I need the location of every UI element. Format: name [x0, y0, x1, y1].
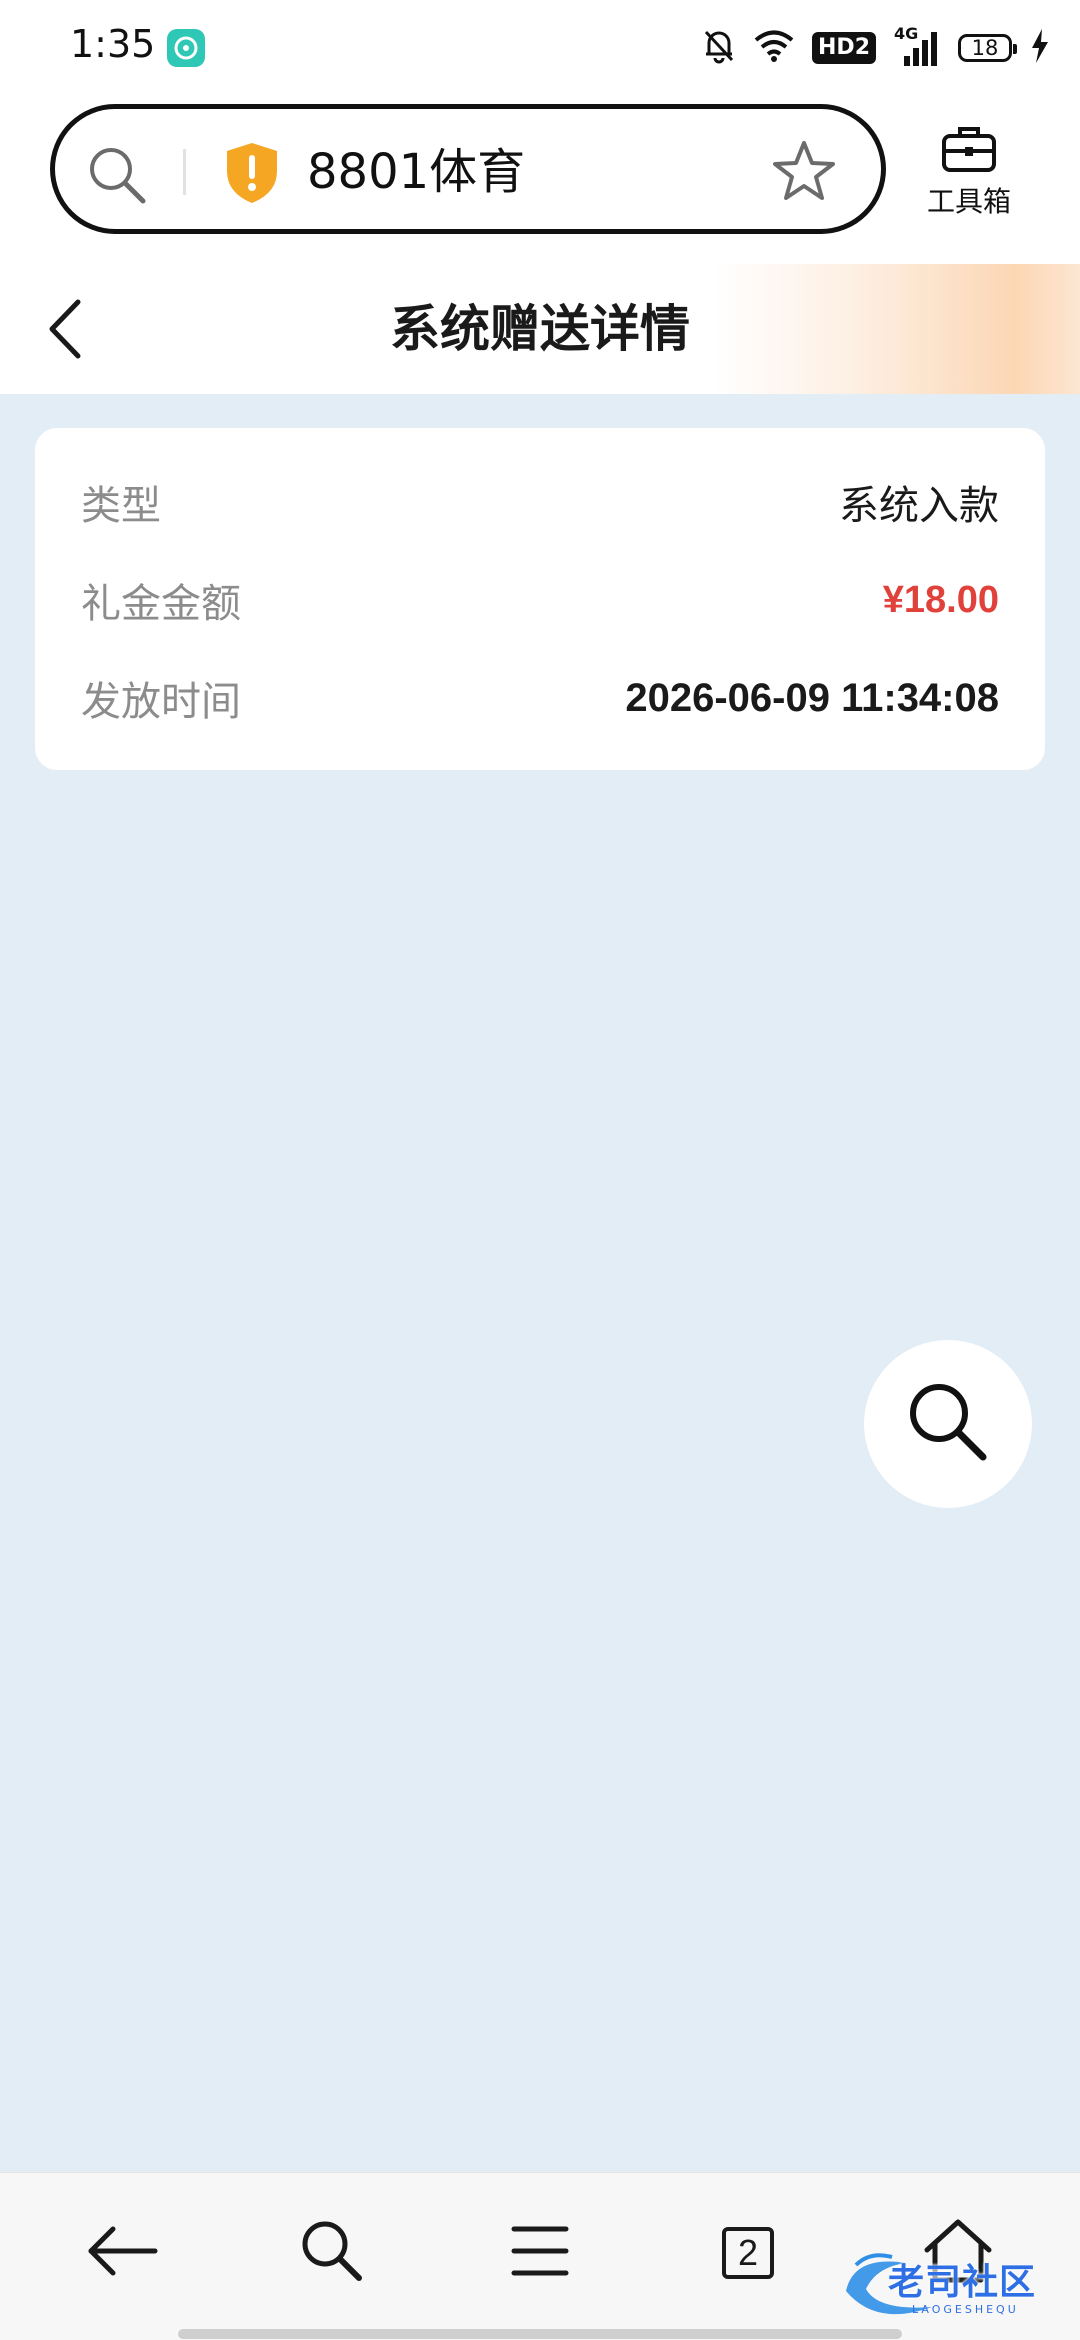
detail-label: 类型 — [81, 483, 161, 529]
wifi-icon — [754, 30, 794, 66]
search-icon — [903, 1377, 993, 1471]
mute-bell-icon — [702, 28, 736, 68]
toolbox-label: 工具箱 — [926, 185, 1011, 218]
nav-search-button[interactable] — [292, 2213, 372, 2293]
page-title: 系统赠送详情 — [390, 300, 690, 358]
nav-tabs-button[interactable]: 2 — [708, 2213, 788, 2293]
gift-amount-value: ¥18.00 — [882, 578, 999, 621]
security-warning-shield-icon[interactable] — [223, 141, 281, 209]
browser-address-area: 8801体育 工具箱 — [0, 96, 1080, 264]
search-icon — [299, 2218, 365, 2288]
toolbox-button[interactable]: 工具箱 — [914, 124, 1024, 224]
battery-indicator: 18 — [958, 34, 1017, 62]
gesture-navigation-bar[interactable] — [178, 2329, 902, 2339]
status-bar: 1:35 HD2 4G 18 — [0, 0, 1080, 96]
watermark-subtext: LAOGESHEQU — [912, 2303, 1019, 2316]
back-arrow-icon — [85, 2223, 159, 2283]
address-bar[interactable]: 8801体育 — [50, 104, 886, 234]
address-url-text[interactable]: 8801体育 — [307, 143, 525, 201]
notification-app-icon — [167, 29, 205, 67]
status-time: 1:35 — [70, 22, 156, 66]
site-watermark-logo: 老司社区 LAOGESHEQU — [836, 2245, 1072, 2329]
detail-row-type: 类型 系统入款 — [81, 472, 999, 532]
toolbox-icon — [940, 127, 998, 178]
detail-label: 发放时间 — [81, 679, 241, 725]
nav-menu-button[interactable] — [500, 2213, 580, 2293]
detail-row-amount: 礼金金额 ¥18.00 — [81, 570, 999, 630]
issue-time-value: 2026-06-09 11:34:08 — [625, 675, 999, 720]
signal-icon: 4G — [894, 24, 940, 68]
charging-bolt-icon — [1030, 29, 1050, 67]
hd-voice-badge: HD2 — [812, 32, 876, 64]
nav-back-button[interactable] — [82, 2213, 162, 2293]
detail-row-time: 发放时间 2026-06-09 11:34:08 — [81, 668, 999, 728]
address-divider — [183, 149, 186, 195]
search-icon[interactable] — [87, 145, 149, 211]
tab-count-badge: 2 — [722, 2227, 774, 2279]
watermark-text: 老司社区 — [888, 2262, 1037, 2303]
bookmark-star-icon[interactable] — [771, 139, 837, 207]
bottom-navigation-bar: 2 老司社区 LAOGESHEQU — [0, 2172, 1080, 2340]
menu-lines-icon — [510, 2223, 570, 2283]
status-icons: HD2 4G 18 — [702, 24, 1050, 70]
browser-page: 1:35 HD2 4G 18 8801体育 工具箱 系统赠送详情 类型 系统入款… — [0, 0, 1080, 2340]
gift-detail-card: 类型 系统入款 礼金金额 ¥18.00 发放时间 2026-06-09 11:3… — [35, 428, 1045, 770]
detail-label: 礼金金额 — [81, 581, 241, 627]
floating-search-button[interactable] — [864, 1340, 1032, 1508]
page-header: 系统赠送详情 — [0, 264, 1080, 394]
detail-value: 系统入款 — [839, 483, 999, 529]
back-chevron-icon[interactable] — [40, 296, 90, 366]
